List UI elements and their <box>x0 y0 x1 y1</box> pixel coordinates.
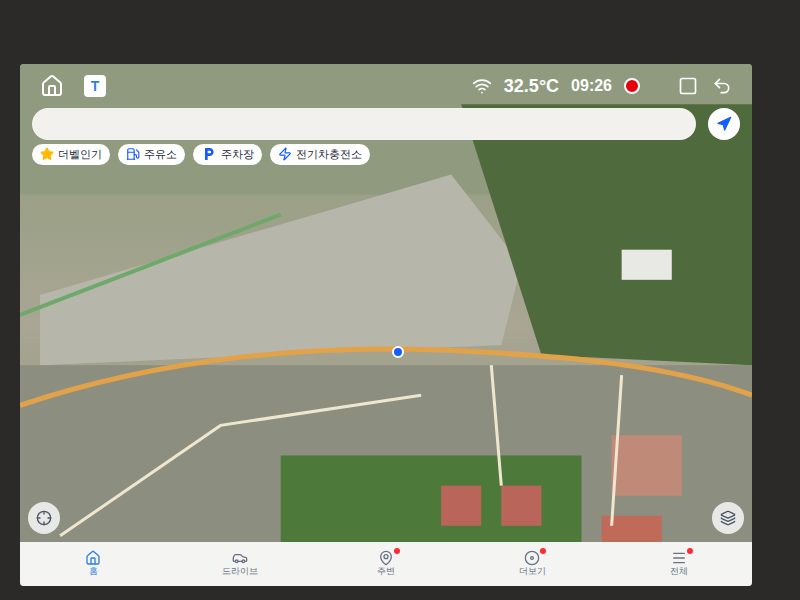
temperature: 32.5°C <box>504 72 559 100</box>
status-bar: T 32.5°C 09:26 <box>20 64 752 100</box>
crosshair-icon <box>36 510 52 526</box>
nav-item[interactable]: 홈 <box>20 542 166 586</box>
steering-wheel-icon <box>232 550 248 566</box>
category-chip[interactable]: 전기차충전소 <box>270 144 370 165</box>
badge-dot <box>540 548 546 554</box>
navigation-icon <box>716 116 732 132</box>
back-icon[interactable] <box>712 76 732 96</box>
nav-item[interactable]: 더보기 <box>459 542 605 586</box>
nav-item[interactable]: 전체 <box>606 542 752 586</box>
search-row <box>20 108 752 140</box>
app-logo[interactable]: T <box>84 75 106 97</box>
map-mode-button[interactable] <box>28 502 60 534</box>
category-chips: 더벨인기 주유소 주차장 전기차충전소 <box>20 144 752 165</box>
search-bar[interactable] <box>32 108 696 140</box>
layers-icon <box>720 510 736 526</box>
home-icon <box>85 550 101 566</box>
badge-dot <box>394 548 400 554</box>
car-display: T 32.5°C 09:26 더벨인기 주유소 주차장 전기차충전소홈드라이브주변더보기전체 <box>0 0 800 600</box>
disc-icon <box>524 550 540 566</box>
bolt-icon <box>278 147 292 161</box>
window-icon[interactable] <box>676 76 700 96</box>
home-outline-icon[interactable] <box>40 74 64 98</box>
category-chip[interactable]: 주차장 <box>193 144 262 165</box>
star-icon <box>40 147 54 161</box>
layers-button[interactable] <box>712 502 744 534</box>
map-pin-icon <box>378 550 394 566</box>
satellite-map[interactable] <box>20 64 752 586</box>
badge-dot <box>687 548 693 554</box>
nav-item[interactable]: 주변 <box>313 542 459 586</box>
map-roads-icon <box>20 64 752 586</box>
nav-item[interactable]: 드라이브 <box>166 542 312 586</box>
menu-icon <box>671 550 687 566</box>
category-chip[interactable]: 주유소 <box>118 144 185 165</box>
bottom-nav: 홈드라이브주변더보기전체 <box>20 542 752 586</box>
current-location-marker <box>392 346 404 358</box>
record-icon <box>624 78 640 94</box>
parking-icon <box>201 146 217 162</box>
current-location-button[interactable] <box>708 108 740 140</box>
fuel-icon <box>126 147 140 161</box>
clock: 09:26 <box>571 74 612 98</box>
wifi-icon <box>472 76 492 96</box>
category-chip[interactable]: 더벨인기 <box>32 144 110 165</box>
screen: T 32.5°C 09:26 더벨인기 주유소 주차장 전기차충전소홈드라이브주변더보기전체 <box>20 64 752 586</box>
